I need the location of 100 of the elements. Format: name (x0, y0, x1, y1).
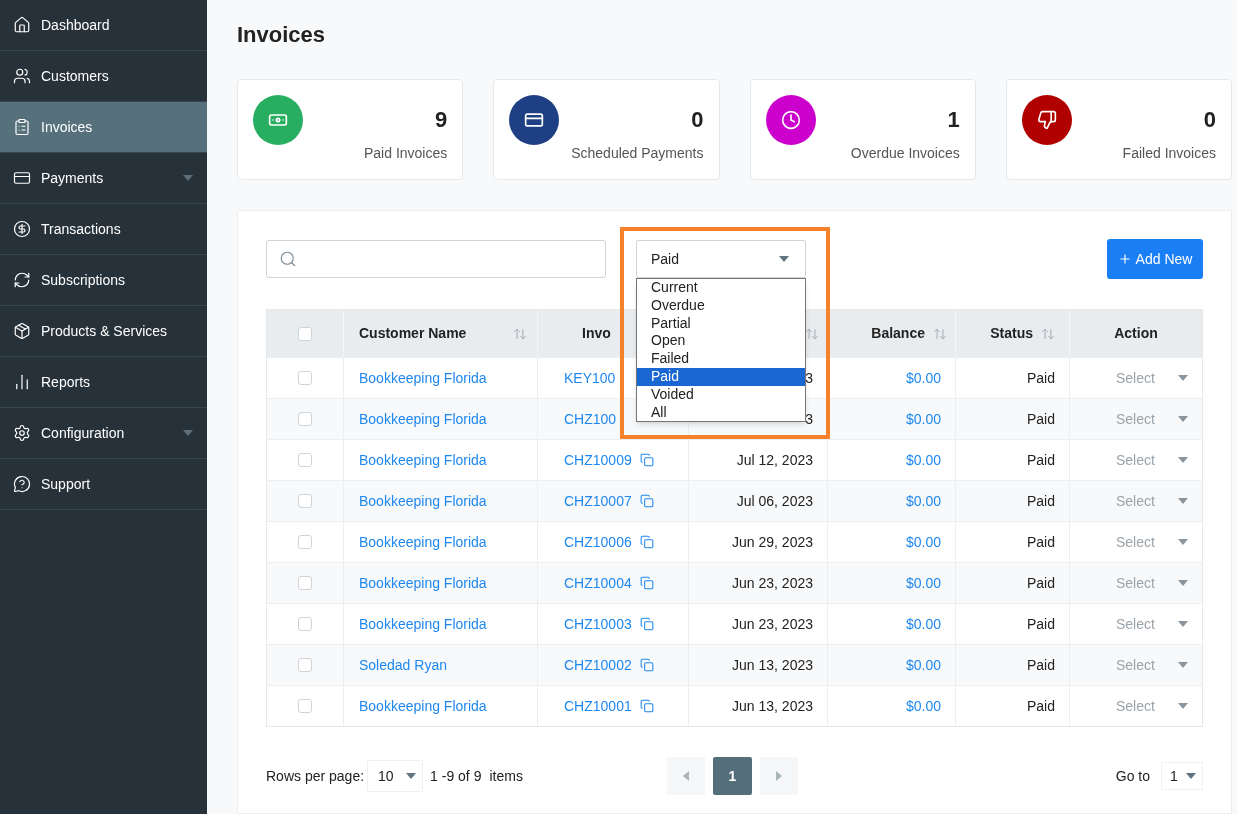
refresh-icon (13, 271, 31, 289)
balance-link[interactable]: $0.00 (905, 449, 941, 471)
action-select[interactable]: Select (1070, 367, 1202, 389)
copy-icon[interactable] (639, 453, 654, 467)
sidebar-label: Configuration (41, 423, 125, 443)
date-text: 3 (805, 368, 813, 388)
dropdown-option[interactable]: Current (637, 279, 805, 297)
items-label: items (489, 766, 523, 786)
action-select[interactable]: Select (1070, 572, 1202, 594)
customer-link[interactable]: Bookkeeping Florida (359, 408, 487, 430)
invoice-link[interactable]: CHZ10006 (564, 531, 632, 553)
search-field[interactable] (266, 240, 606, 278)
sort-icon[interactable] (1041, 326, 1055, 341)
rows-per-page-select[interactable]: 10 (367, 760, 424, 792)
copy-icon[interactable] (639, 699, 654, 713)
dropdown-option[interactable]: Paid (637, 368, 805, 386)
copy-icon[interactable] (639, 658, 654, 672)
sidebar-label: Dashboard (41, 15, 110, 35)
sidebar-item[interactable]: Subscriptions (0, 255, 207, 306)
balance-link[interactable]: $0.00 (905, 531, 941, 553)
caret-icon (779, 256, 789, 262)
balance-link[interactable]: $0.00 (905, 654, 941, 676)
sidebar-label: Customers (41, 66, 109, 86)
checkbox[interactable] (298, 371, 312, 385)
customer-link[interactable]: Bookkeeping Florida (359, 613, 487, 635)
checkbox[interactable] (298, 453, 312, 467)
customer-link[interactable]: Bookkeeping Florida (359, 449, 487, 471)
invoice-link[interactable]: CHZ10007 (564, 490, 632, 512)
customer-link[interactable]: Soledad Ryan (359, 654, 447, 676)
sidebar-item[interactable]: Products & Services (0, 306, 207, 357)
copy-icon[interactable] (639, 617, 654, 631)
page-title: Invoices (237, 21, 327, 48)
thumbs-down-icon (1036, 110, 1057, 130)
sort-icon[interactable] (805, 326, 819, 341)
add-new-button[interactable]: Add New (1107, 239, 1203, 279)
copy-icon[interactable] (639, 494, 654, 508)
caret-icon (1178, 375, 1188, 381)
customer-link[interactable]: Bookkeeping Florida (359, 695, 487, 717)
invoice-link[interactable]: CHZ10004 (564, 572, 632, 594)
action-select[interactable]: Select (1070, 531, 1202, 553)
balance-link[interactable]: $0.00 (905, 695, 941, 717)
go-to-label: Go to (1115, 766, 1150, 786)
checkbox[interactable] (298, 535, 312, 549)
go-to-select[interactable]: 1 (1161, 762, 1203, 790)
copy-icon[interactable] (639, 535, 654, 549)
action-select[interactable]: Select (1070, 408, 1202, 430)
caret-icon (1178, 457, 1188, 463)
invoice-link[interactable]: CHZ10009 (564, 449, 632, 471)
copy-icon[interactable] (639, 576, 654, 590)
page-button[interactable]: 1 (712, 757, 752, 795)
customer-link[interactable]: Bookkeeping Florida (359, 531, 487, 553)
range-text: 1 -9 of 9 (430, 766, 482, 786)
customer-link[interactable]: Bookkeeping Florida (359, 572, 487, 594)
customer-link[interactable]: Bookkeeping Florida (359, 367, 487, 389)
sidebar-item[interactable]: Payments (0, 153, 207, 204)
action-select[interactable]: Select (1070, 490, 1202, 512)
invoice-link[interactable]: CHZ10001 (564, 695, 632, 717)
status-text: Paid (1026, 409, 1055, 429)
sidebar-item[interactable]: Configuration (0, 408, 207, 459)
action-select[interactable]: Select (1070, 449, 1202, 471)
invoice-link[interactable]: CHZ100 (564, 408, 617, 430)
sidebar-item[interactable]: Transactions (0, 204, 207, 255)
invoice-link[interactable]: CHZ10003 (564, 613, 632, 635)
status-select[interactable]: Paid (636, 240, 806, 278)
customer-link[interactable]: Bookkeeping Florida (359, 490, 487, 512)
checkbox[interactable] (298, 576, 312, 590)
caret-icon (1178, 580, 1188, 586)
balance-link[interactable]: $0.00 (905, 367, 941, 389)
sidebar-item[interactable]: Invoices (0, 102, 207, 153)
checkbox[interactable] (298, 494, 312, 508)
balance-link[interactable]: $0.00 (905, 613, 941, 635)
checkbox[interactable] (298, 326, 312, 341)
action-select[interactable]: Select (1070, 695, 1202, 717)
next-page-button[interactable] (759, 757, 798, 795)
sort-icon[interactable] (513, 326, 527, 341)
previous-page-button[interactable] (666, 757, 705, 795)
left-triangle-icon (682, 771, 689, 781)
action-select[interactable]: Select (1070, 613, 1202, 635)
dropdown-option[interactable]: All (637, 403, 805, 422)
balance-link[interactable]: $0.00 (905, 490, 941, 512)
checkbox[interactable] (298, 617, 312, 631)
balance-link[interactable]: $0.00 (905, 408, 941, 430)
sidebar-item[interactable]: Dashboard (0, 0, 207, 51)
stat-value: 1 (947, 106, 960, 134)
sidebar-item[interactable]: Reports (0, 357, 207, 408)
balance-link[interactable]: $0.00 (905, 572, 941, 594)
invoice-link[interactable]: KEY100 (564, 367, 616, 389)
checkbox[interactable] (298, 412, 312, 426)
invoice-link[interactable]: CHZ10002 (564, 654, 632, 676)
dropdown-option[interactable]: Voided (637, 385, 805, 404)
action-select[interactable]: Select (1070, 654, 1202, 676)
caret-icon (1178, 498, 1188, 504)
status-text: Paid (1026, 450, 1055, 470)
checkbox[interactable] (298, 699, 312, 713)
caret-icon (1178, 621, 1188, 627)
checkbox[interactable] (298, 658, 312, 672)
sidebar-item[interactable]: Support (0, 459, 207, 510)
date-text: Jul 06, 2023 (736, 491, 813, 511)
status-text: Paid (1026, 368, 1055, 388)
sort-icon[interactable] (933, 326, 947, 341)
